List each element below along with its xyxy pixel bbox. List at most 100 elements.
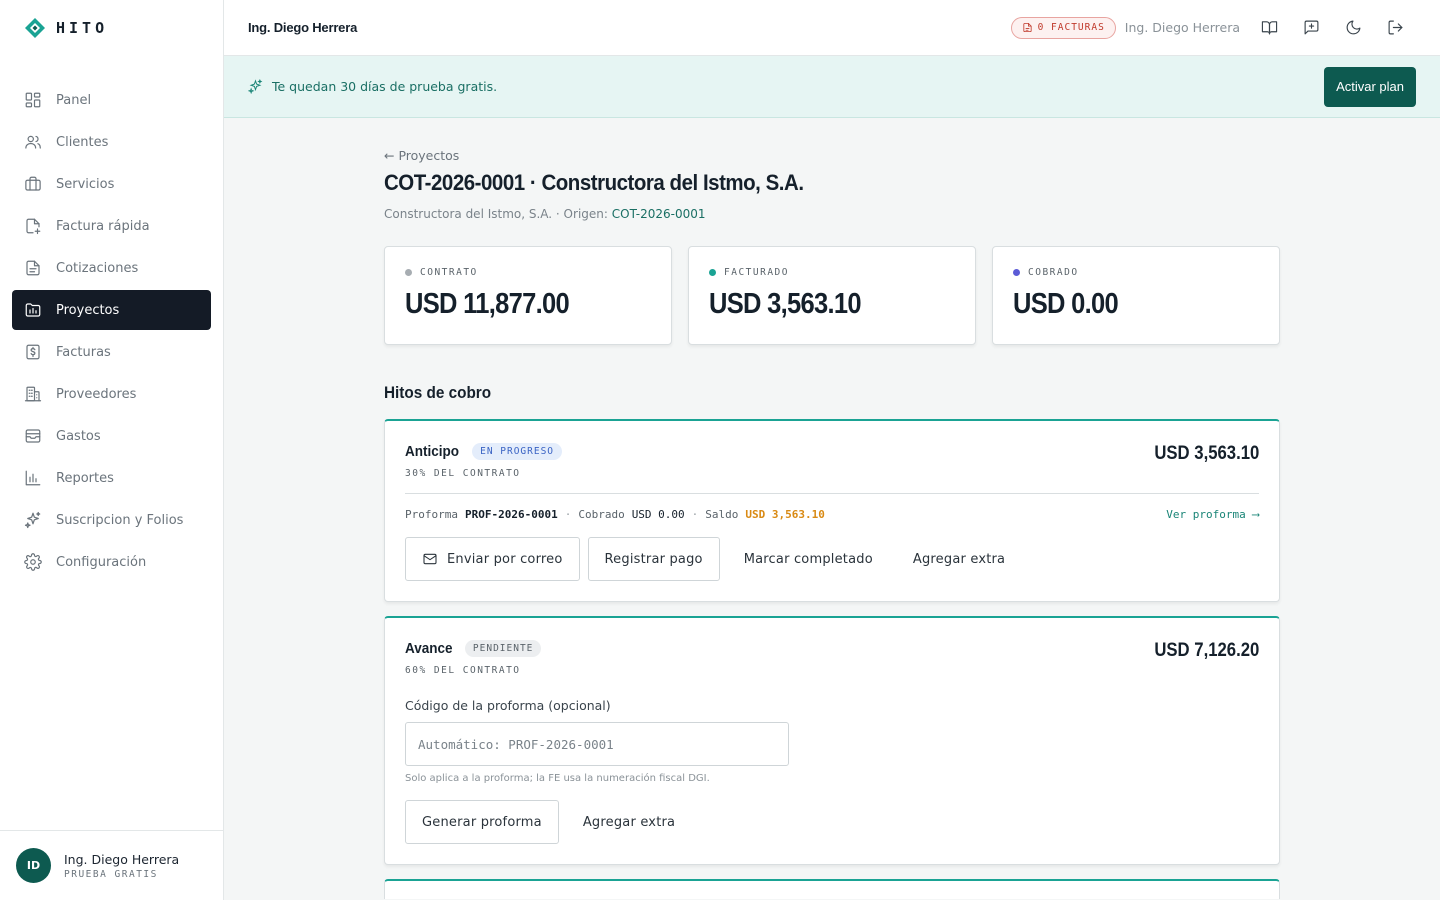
logout-button[interactable] [1374,12,1416,44]
wallet-icon [25,429,41,443]
proforma-label: Proforma [405,508,458,521]
stats-row: CONTRATO USD 11,877.00 FACTURADO USD 3,5… [384,246,1280,345]
stat-label: COBRADO [1028,267,1079,278]
user-name: Ing. Diego Herrera [64,851,180,867]
divider [405,493,1259,494]
sidebar-item-configuracion[interactable]: Configuración [12,542,211,582]
proforma-code-input[interactable]: Automático: PROF-2026-0001 [405,722,789,766]
sidebar-item-gastos[interactable]: Gastos [12,416,211,456]
button-label: Generar proforma [422,814,542,830]
hito-meta: Proforma PROF-2026-0001 · Cobrado USD 0.… [405,508,1259,521]
hito-percent: 30% DEL CONTRATO [405,468,521,479]
stat-facturado: FACTURADO USD 3,563.10 [688,246,976,345]
view-proforma-link[interactable]: Ver proforma ⟶ [1166,508,1259,521]
file-text-icon [26,260,40,276]
dollar-file-icon [26,344,40,360]
users-icon [25,135,41,149]
add-extra-button[interactable]: Agregar extra [897,537,1021,581]
bar-chart-icon [25,470,41,486]
sidebar-item-facturas[interactable]: Facturas [12,332,211,372]
hito-card-anticipo: Anticipo EN PROGRESO 30% DEL CONTRATO US… [384,419,1280,602]
avatar: ID [16,848,51,883]
sidebar-nav: Panel Clientes Servicios Factura rápida … [0,80,223,582]
stat-label: FACTURADO [724,267,789,278]
sidebar-item-label: Cotizaciones [56,260,139,276]
page-title: COT-2026-0001 · Constructora del Istmo, … [384,170,804,195]
status-badge: EN PROGRESO [472,443,563,460]
docs-button[interactable] [1248,12,1290,44]
briefcase-icon [25,176,41,191]
sidebar-item-label: Proyectos [56,302,120,318]
hito-name: Avance [405,640,453,657]
sidebar-item-label: Configuración [56,554,147,570]
sparkles-icon [24,511,41,529]
activate-plan-button[interactable]: Activar plan [1324,66,1416,107]
sidebar-item-proyectos[interactable]: Proyectos [12,290,211,330]
back-link[interactable]: ← Proyectos [384,148,1280,163]
sidebar-item-label: Gastos [56,428,101,444]
project-detail: ← Proyectos COT-2026-0001 · Constructora… [384,118,1280,899]
sidebar-item-label: Clientes [56,134,109,150]
sidebar-item-label: Panel [56,92,92,108]
button-label: Registrar pago [604,551,703,567]
topbar-user-name: Ing. Diego Herrera [1124,20,1240,35]
sidebar-item-cotizaciones[interactable]: Cotizaciones [12,248,211,288]
generate-proforma-button[interactable]: Generar proforma [405,800,559,844]
add-extra-button[interactable]: Agregar extra [567,800,691,844]
saldo-label: Saldo [705,508,739,521]
sidebar-item-clientes[interactable]: Clientes [12,122,211,162]
sidebar-item-proveedores[interactable]: Proveedores [12,374,211,414]
trial-banner: Te quedan 30 días de prueba gratis. Acti… [224,56,1440,118]
stat-label: CONTRATO [420,267,478,278]
hito-actions: Generar proforma Agregar extra [405,800,1259,844]
gear-icon [24,553,42,571]
stat-contrato: CONTRATO USD 11,877.00 [384,246,672,345]
sidebar-item-servicios[interactable]: Servicios [12,164,211,204]
file-plus-icon [26,218,41,235]
brand-name: HITO [56,19,109,37]
hito-amount: USD 3,563.10 [1153,443,1259,464]
sidebar-item-suscripcion[interactable]: Suscripcion y Folios [12,500,211,540]
cobrado-label: Cobrado [578,508,625,521]
grid-icon [25,92,41,108]
mail-icon [423,553,437,565]
origin-link[interactable]: COT-2026-0001 [612,207,706,221]
sidebar-item-label: Proveedores [56,386,137,402]
sidebar: HITO Panel Clientes Servicios Factura rá… [0,0,224,900]
message-plus-icon [1304,20,1318,35]
file-icon [1023,22,1032,33]
subtitle-text: Constructora del Istmo, S.A. · Origen: [384,207,612,221]
sidebar-user[interactable]: ID Ing. Diego Herrera PRUEBA GRATIS [0,830,223,900]
sidebar-item-panel[interactable]: Panel [12,80,211,120]
main: Ing. Diego Herrera 0 FACTURAS Ing. Diego… [224,0,1440,900]
facturas-badge[interactable]: 0 FACTURAS [1010,16,1116,39]
hito-actions: Enviar por correo Registrar pago Marcar … [405,537,1259,581]
sidebar-item-label: Facturas [56,344,111,360]
sidebar-item-label: Factura rápida [56,218,150,234]
moon-icon [1346,20,1360,35]
brand[interactable]: HITO [0,0,223,56]
sparkles-icon [248,79,263,94]
page-subtitle: Constructora del Istmo, S.A. · Origen: C… [384,207,1280,221]
feedback-button[interactable] [1290,12,1332,44]
stat-dot [405,269,412,276]
sidebar-item-label: Reportes [56,470,114,486]
stat-value: USD 3,563.10 [709,288,862,320]
sidebar-item-reportes[interactable]: Reportes [12,458,211,498]
hito-amount: USD 7,126.20 [1153,640,1259,661]
register-payment-button[interactable]: Registrar pago [587,537,720,581]
proforma-code-help: Solo aplica a la proforma; la FE usa la … [405,773,710,784]
sidebar-item-label: Servicios [56,176,115,192]
saldo-value: USD 3,563.10 [745,508,825,521]
stat-dot [709,269,716,276]
book-open-icon [1261,21,1277,35]
mark-complete-button[interactable]: Marcar completado [728,537,889,581]
user-plan: PRUEBA GRATIS [64,868,158,880]
send-email-button[interactable]: Enviar por correo [405,537,580,581]
theme-toggle-button[interactable] [1332,12,1374,44]
sidebar-item-factura-rapida[interactable]: Factura rápida [12,206,211,246]
hito-name: Anticipo [405,443,459,460]
proforma-code-label: Código de la proforma (opcional) [405,698,611,713]
cobrado-value: USD 0.00 [631,508,685,521]
folder-chart-icon [25,303,41,317]
